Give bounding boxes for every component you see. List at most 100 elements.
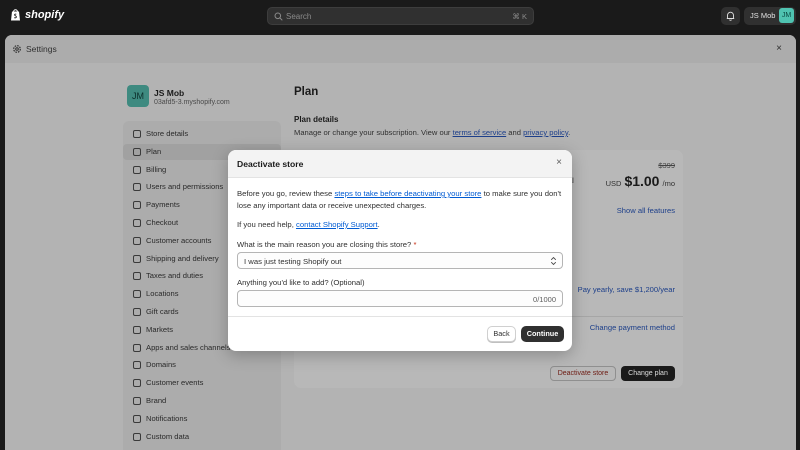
intro-text-part: Before you go, review these (237, 189, 335, 198)
tax-icon (133, 272, 141, 281)
data-icon (133, 432, 141, 441)
sidebar-item-label: Brand (146, 396, 167, 405)
plan-details-text-part: Manage or change your subscription. View… (294, 128, 453, 137)
close-icon[interactable]: × (776, 43, 782, 54)
events-icon (133, 379, 141, 388)
apps-icon (133, 343, 141, 352)
brand-icon (133, 397, 141, 405)
character-count: 0/1000 (533, 294, 556, 304)
old-price: $399 (658, 161, 675, 170)
price-row: USD $1.00 /mo (606, 173, 675, 189)
settings-title: Settings (26, 44, 57, 54)
account-menu-button[interactable]: JS Mob JM (744, 7, 796, 25)
plan-details-text-part: . (568, 128, 571, 137)
sidebar-item-label: Notifications (146, 413, 188, 423)
person-icon (133, 236, 141, 245)
back-button[interactable]: Back (487, 326, 516, 342)
sidebar-item-label: Billing (146, 164, 167, 174)
shopping-bag-icon (11, 9, 20, 21)
terms-of-service-link[interactable]: terms of service (453, 128, 507, 137)
sidebar-item-label: Users and permissions (146, 182, 224, 192)
sidebar-item-label: Payments (146, 200, 180, 210)
location-icon (133, 290, 141, 299)
deactivate-store-dialog: Deactivate store × Before you go, review… (228, 150, 572, 351)
divider (228, 316, 572, 317)
bell-icon (726, 11, 735, 21)
sidebar-item-label: Domains (146, 360, 176, 370)
deactivation-steps-link[interactable]: steps to take before deactivating your s… (334, 189, 481, 198)
dialog-help-text: If you need help, contact Shopify Suppor… (237, 220, 380, 229)
search-input[interactable]: Search ⌘ K (267, 7, 534, 25)
change-plan-button[interactable]: Change plan (621, 366, 675, 381)
truck-icon (133, 254, 141, 263)
sidebar-item-label: Apps and sales channels (146, 342, 231, 352)
plan-details-text: Manage or change your subscription. View… (294, 128, 570, 137)
sidebar-item-label: Store details (146, 129, 189, 138)
plan-details-heading: Plan details (294, 115, 339, 124)
brand-name: shopify (25, 8, 65, 21)
plan-icon (133, 147, 141, 156)
page-title: Plan (294, 86, 319, 98)
pay-yearly-link[interactable]: Pay yearly, save $1,200/year (578, 285, 675, 294)
cart-icon (133, 219, 141, 227)
sidebar-item-label: Customer accounts (146, 235, 212, 245)
store-avatar: JM (127, 85, 149, 107)
sidebar-item[interactable]: Brand (123, 393, 281, 409)
gear-icon (13, 45, 21, 53)
sidebar-item-label: Taxes and duties (146, 271, 203, 281)
sidebar-item-label: Plan (146, 146, 162, 156)
additional-comments-label: Anything you'd like to add? (Optional) (237, 278, 365, 287)
price-period: /mo (662, 179, 675, 188)
sidebar-item-label: Custom data (146, 431, 190, 441)
sidebar-item-label: Customer events (146, 378, 204, 388)
help-text-part: If you need help, (237, 220, 296, 229)
avatar: JM (779, 8, 794, 23)
sidebar-item[interactable]: Languages (123, 446, 281, 450)
gift-icon (133, 308, 141, 316)
price-amount: $1.00 (624, 173, 660, 189)
shopify-logo[interactable]: shopify (10, 8, 64, 21)
store-domain: 03afd5-3.myshopify.com (154, 99, 230, 106)
sidebar-item[interactable]: Notifications (123, 411, 281, 427)
dialog-intro-text: Before you go, review these steps to tak… (237, 188, 563, 211)
sidebar-item-label: Shipping and delivery (146, 253, 219, 263)
settings-header: Settings × (5, 35, 796, 63)
globe-icon (133, 361, 141, 370)
bell-icon (133, 414, 141, 423)
show-all-features-link[interactable]: Show all features (617, 206, 675, 215)
billing-icon (133, 165, 141, 174)
search-shortcut: ⌘ K (512, 12, 527, 21)
globe-icon (133, 325, 141, 334)
store-name: JS Mob (154, 88, 185, 98)
dialog-header: Deactivate store × (228, 150, 572, 178)
users-icon (133, 183, 141, 192)
reason-label-text: What is the main reason you are closing … (237, 240, 412, 249)
deactivate-store-button[interactable]: Deactivate store (550, 366, 616, 381)
sidebar-item-label: Gift cards (146, 307, 179, 316)
price-currency: USD (605, 179, 622, 188)
close-icon[interactable]: × (556, 157, 562, 168)
search-placeholder: Search (286, 12, 312, 21)
sidebar-item[interactable]: Custom data (123, 429, 281, 445)
contact-support-link[interactable]: contact Shopify Support (296, 220, 378, 229)
sidebar-item[interactable]: Customer events (123, 375, 281, 391)
continue-button[interactable]: Continue (521, 326, 564, 342)
change-payment-method-link[interactable]: Change payment method (590, 323, 675, 332)
additional-comments-field[interactable]: 0/1000 (237, 290, 563, 307)
reason-select-value: I was just testing Shopify out (244, 256, 342, 266)
top-bar: shopify Search ⌘ K JS Mob JM (0, 0, 800, 32)
sidebar-item[interactable]: Store details (123, 126, 281, 142)
required-mark: * (413, 240, 417, 249)
plan-details-text-part: and (506, 128, 524, 137)
help-text-part: . (377, 220, 380, 229)
sidebar-item[interactable]: Domains (123, 357, 281, 373)
reason-select[interactable]: I was just testing Shopify out (237, 252, 563, 269)
dialog-title: Deactivate store (237, 159, 304, 169)
notifications-button[interactable] (721, 7, 740, 25)
reason-label: What is the main reason you are closing … (237, 240, 416, 249)
store-icon (133, 130, 141, 138)
sidebar-item-label: Checkout (146, 218, 179, 227)
privacy-policy-link[interactable]: privacy policy (523, 128, 568, 137)
payments-icon (133, 201, 141, 210)
search-icon (274, 12, 283, 21)
